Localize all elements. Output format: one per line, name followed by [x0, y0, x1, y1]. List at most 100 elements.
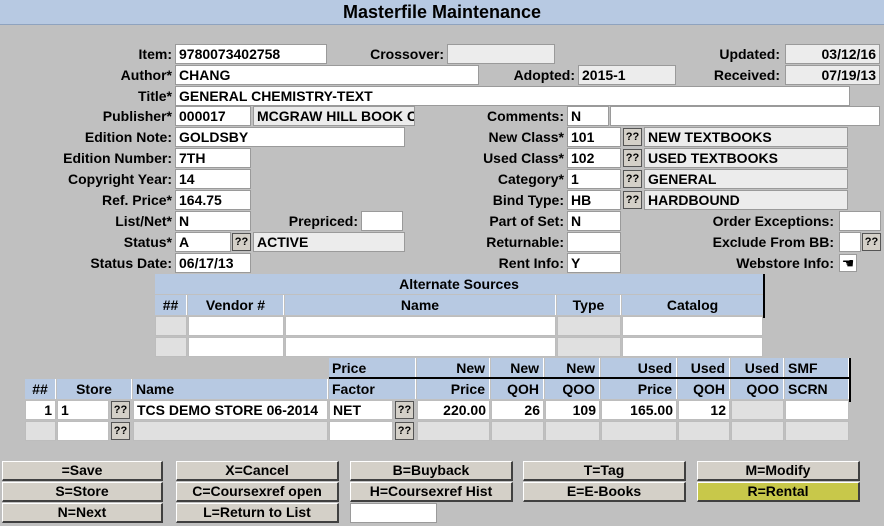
store-row2-new-qoo[interactable] — [545, 421, 600, 441]
store-row2-new-qoh[interactable] — [491, 421, 544, 441]
edition-number-field[interactable]: 7TH — [175, 148, 251, 168]
store-button[interactable]: S=Store — [2, 482, 163, 502]
store-row2-lookup-button[interactable]: ?? — [111, 422, 130, 440]
alt-row1-catalog[interactable] — [622, 316, 763, 336]
alt-row2-name[interactable] — [285, 337, 556, 357]
store-header-top-new3: New — [545, 358, 600, 378]
store-row2-used-qoh[interactable] — [678, 421, 730, 441]
prepriced-field[interactable] — [361, 211, 403, 231]
webstore-info-label: Webstore Info: — [736, 255, 834, 271]
alt-row1-type[interactable] — [557, 316, 621, 336]
status-desc-field: ACTIVE — [253, 232, 405, 252]
alt-row1-name[interactable] — [285, 316, 556, 336]
factor-row2-lookup-button[interactable]: ?? — [395, 422, 414, 440]
alt-row2-vendor[interactable] — [188, 337, 284, 357]
part-of-set-field[interactable]: N — [567, 211, 621, 231]
store-row-name: TCS DEMO STORE 06-2014 — [133, 400, 328, 420]
author-field[interactable]: CHANG — [175, 65, 479, 85]
store-row2-smf[interactable] — [785, 421, 849, 441]
alt-header-vendor: Vendor # — [188, 295, 284, 315]
rent-info-field[interactable]: Y — [567, 253, 621, 273]
crossover-label: Crossover: — [370, 46, 444, 62]
store-row2-used-price[interactable] — [601, 421, 677, 441]
modify-button[interactable]: M=Modify — [697, 461, 860, 481]
received-field: 07/19/13 — [785, 65, 880, 85]
store-header-top-used1: Used — [601, 358, 677, 378]
exclude-from-bb-field[interactable] — [839, 232, 861, 252]
store-row2-factor[interactable] — [329, 421, 393, 441]
returnable-label: Returnable: — [486, 234, 564, 250]
cancel-button[interactable]: X=Cancel — [176, 461, 339, 481]
alt-row1-num — [155, 316, 187, 336]
store-row2-new-price[interactable] — [417, 421, 490, 441]
save-button[interactable]: =Save — [2, 461, 163, 481]
alt-row2-catalog[interactable] — [622, 337, 763, 357]
bind-type-code-field[interactable]: HB — [567, 190, 621, 210]
store-row-smf[interactable] — [785, 400, 849, 420]
alt-header-catalog: Catalog — [622, 295, 764, 315]
store-header-name: Name — [133, 379, 328, 399]
list-net-label: List/Net* — [115, 213, 172, 229]
returnable-field[interactable] — [567, 232, 621, 252]
ebooks-button[interactable]: E=E-Books — [523, 482, 686, 502]
store-row-new-qoo[interactable]: 109 — [545, 400, 600, 420]
alt-header-divider — [763, 274, 765, 318]
store-row-used-qoh[interactable]: 12 — [678, 400, 730, 420]
store-row2-num — [25, 421, 56, 441]
title-label: Title* — [138, 88, 172, 104]
return-to-list-button[interactable]: L=Return to List — [176, 503, 339, 523]
status-date-field[interactable]: 06/17/13 — [175, 253, 251, 273]
store-row-store[interactable]: 1 — [57, 400, 109, 420]
bind-type-lookup-button[interactable]: ?? — [623, 191, 642, 209]
store-row2-used-qoo[interactable] — [731, 421, 784, 441]
store-row-factor[interactable]: NET — [329, 400, 393, 420]
buyback-button[interactable]: B=Buyback — [350, 461, 513, 481]
order-exceptions-label: Order Exceptions: — [712, 213, 834, 229]
command-input[interactable] — [350, 503, 437, 523]
category-lookup-button[interactable]: ?? — [623, 170, 642, 188]
store-header-divider — [849, 358, 851, 402]
status-lookup-button[interactable]: ?? — [232, 233, 251, 251]
tag-button[interactable]: T=Tag — [523, 461, 686, 481]
copyright-year-field[interactable]: 14 — [175, 169, 251, 189]
publisher-code-field[interactable]: 000017 — [175, 106, 251, 126]
store-header-top-new2: New — [491, 358, 544, 378]
coursexref-open-button[interactable]: C=Coursexref open — [176, 482, 339, 502]
new-class-lookup-button[interactable]: ?? — [623, 128, 642, 146]
store-header-new-qoh: QOH — [491, 379, 544, 399]
hand-pointer-icon[interactable]: ☚ — [839, 254, 857, 272]
exclude-from-bb-lookup-button[interactable]: ?? — [862, 233, 881, 251]
store-row-new-price[interactable]: 220.00 — [417, 400, 490, 420]
store-header-smf-scrn: SCRN — [785, 379, 849, 399]
alt-row1-vendor[interactable] — [188, 316, 284, 336]
factor-lookup-button[interactable]: ?? — [395, 401, 414, 419]
edition-note-label: Edition Note: — [84, 129, 172, 145]
crossover-field[interactable] — [447, 44, 555, 64]
item-label: Item: — [138, 46, 172, 62]
store-header-new-qoo: QOO — [545, 379, 600, 399]
store-row2-store[interactable] — [57, 421, 109, 441]
store-row-new-qoh[interactable]: 26 — [491, 400, 544, 420]
order-exceptions-field[interactable] — [839, 211, 881, 231]
comments-text-field[interactable] — [610, 106, 880, 126]
part-of-set-label: Part of Set: — [489, 213, 564, 229]
alt-row2-type[interactable] — [557, 337, 621, 357]
list-net-field[interactable]: N — [175, 211, 251, 231]
rental-button[interactable]: R=Rental — [697, 482, 860, 502]
title-field[interactable]: GENERAL CHEMISTRY-TEXT — [175, 86, 850, 106]
store-row2-name — [133, 421, 328, 441]
comments-flag-field[interactable]: N — [567, 106, 609, 126]
ref-price-field[interactable]: 164.75 — [175, 190, 251, 210]
new-class-code-field[interactable]: 101 — [567, 127, 621, 147]
coursexref-hist-button[interactable]: H=Coursexref Hist — [350, 482, 513, 502]
used-class-code-field[interactable]: 102 — [567, 148, 621, 168]
used-class-lookup-button[interactable]: ?? — [623, 149, 642, 167]
edition-note-field[interactable]: GOLDSBY — [175, 127, 405, 147]
store-row-used-price[interactable]: 165.00 — [601, 400, 677, 420]
store-lookup-button[interactable]: ?? — [111, 401, 130, 419]
category-code-field[interactable]: 1 — [567, 169, 621, 189]
store-row-used-qoo[interactable] — [731, 400, 784, 420]
store-header-top-used3: Used — [731, 358, 784, 378]
next-button[interactable]: N=Next — [2, 503, 163, 523]
status-code-field[interactable]: A — [175, 232, 231, 252]
